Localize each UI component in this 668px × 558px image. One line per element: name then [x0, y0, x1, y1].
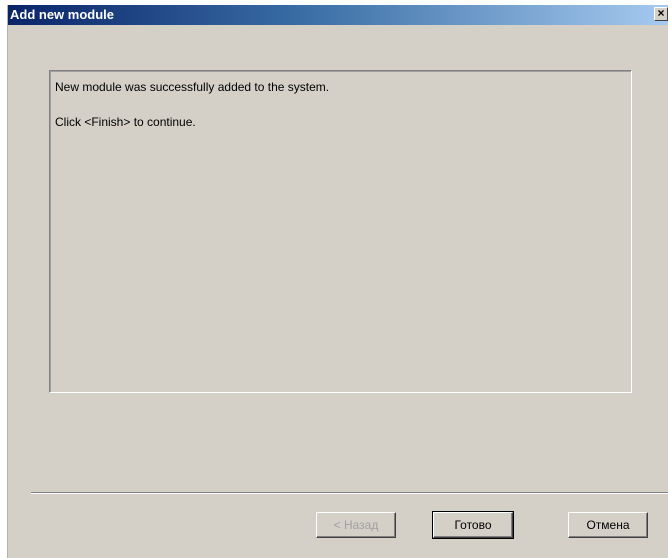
title-bar[interactable]: Add new module × — [8, 5, 668, 25]
button-separator — [31, 492, 668, 494]
continue-instruction: Click <Finish> to continue. — [55, 115, 196, 129]
window-title: Add new module — [10, 7, 114, 22]
success-message: New module was successfully added to the… — [55, 80, 330, 94]
finish-button[interactable]: Готово — [432, 511, 514, 539]
message-panel: New module was successfully added to the… — [49, 70, 632, 393]
add-module-dialog: Add new module × New module was successf… — [7, 5, 668, 558]
back-button[interactable]: < Назад — [316, 512, 396, 538]
cancel-button[interactable]: Отмена — [568, 512, 648, 538]
close-icon: × — [657, 6, 665, 20]
close-button[interactable]: × — [654, 7, 668, 21]
